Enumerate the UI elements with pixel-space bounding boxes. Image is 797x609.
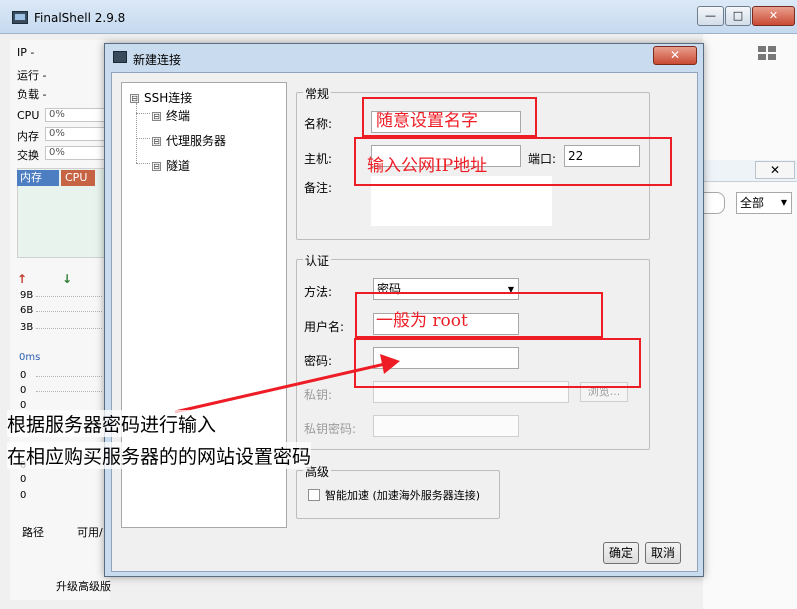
password-note-line2: 在相应购买服务器的的网站设置密码 — [7, 442, 312, 469]
annotation-arrowhead — [380, 354, 400, 374]
password-note-line1: 根据服务器密码进行输入 — [7, 410, 217, 437]
annotation-arrow-icon — [174, 354, 400, 414]
annotation-arrow-line — [174, 362, 386, 414]
